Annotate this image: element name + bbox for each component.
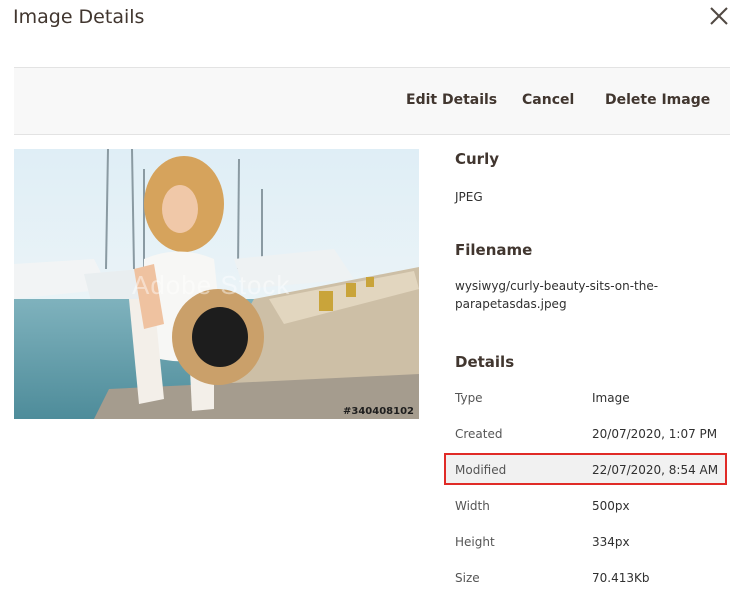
detail-label-width: Width — [455, 499, 490, 513]
filename-heading: Filename — [455, 241, 533, 259]
detail-value-size: 70.413Kb — [592, 571, 650, 585]
image-preview: Adobe Stock #340408102 — [14, 149, 419, 419]
close-icon[interactable] — [706, 3, 732, 29]
details-heading: Details — [455, 353, 515, 371]
detail-label-created: Created — [455, 427, 503, 441]
detail-label-size: Size — [455, 571, 480, 585]
detail-value-height: 334px — [592, 535, 630, 549]
watermark: Adobe Stock — [132, 270, 291, 300]
modal-title: Image Details — [13, 6, 145, 28]
delete-image-button[interactable]: Delete Image — [605, 92, 710, 108]
image-format: JPEG — [455, 190, 483, 204]
detail-label-type: Type — [455, 391, 483, 405]
action-toolbar: Edit Details Cancel Delete Image — [14, 67, 730, 135]
detail-label-height: Height — [455, 535, 495, 549]
detail-value-created: 20/07/2020, 1:07 PM — [592, 427, 718, 441]
image-name: Curly — [455, 150, 500, 168]
edit-details-button[interactable]: Edit Details — [406, 92, 497, 108]
detail-value-modified: 22/07/2020, 8:54 AM — [592, 463, 719, 477]
detail-value-type: Image — [592, 391, 630, 405]
image-stock-id: #340408102 — [342, 406, 414, 417]
detail-value-width: 500px — [592, 499, 630, 513]
cancel-button[interactable]: Cancel — [522, 92, 574, 108]
filename-value: wysiwyg/curly-beauty-sits-on-the-parapet… — [455, 279, 659, 311]
detail-label-modified: Modified — [455, 463, 507, 477]
